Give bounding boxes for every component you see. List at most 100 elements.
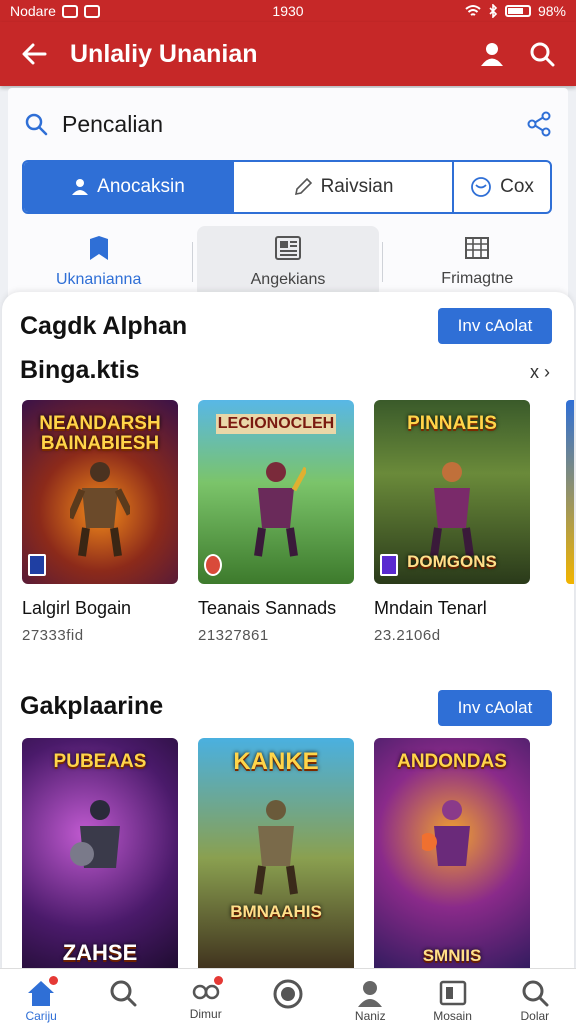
- nav-label: Mosain: [433, 1009, 472, 1023]
- wifi-icon: [465, 5, 481, 16]
- rating-badge: [204, 554, 222, 576]
- segment-label: Anocaksin: [97, 176, 185, 197]
- warrior-figure: [70, 462, 130, 557]
- arrow-left-icon: [22, 43, 47, 65]
- search-input[interactable]: Pencalian: [62, 111, 163, 138]
- next-card-peek: [566, 400, 574, 584]
- nav-label: Naniz: [354, 1009, 386, 1023]
- person-icon: [72, 179, 89, 195]
- cover-title: PUBEAAS: [53, 751, 147, 772]
- rating-badge: [28, 554, 46, 576]
- game-meta: 23.2106d: [374, 627, 441, 644]
- profile-icon: [358, 981, 383, 1007]
- tab-angekians[interactable]: Angekians: [197, 226, 383, 298]
- back-button[interactable]: [14, 34, 54, 74]
- tab-frimagtne[interactable]: Frimagtne: [387, 226, 568, 298]
- smile-icon: [471, 177, 491, 197]
- record-icon: [273, 979, 303, 1009]
- filter-panel: Pencalian Anocaksin Raivsian Cox Uknania…: [8, 88, 568, 308]
- notification-dot: [213, 976, 223, 985]
- cover-title: ANDONDAS: [397, 751, 507, 772]
- section-title: Gakplaarine: [20, 692, 164, 720]
- game-card[interactable]: PINNAEIS DOMGONS Mndain Tenarl 23.2106d: [374, 400, 530, 644]
- search-bar[interactable]: Pencalian: [24, 102, 552, 146]
- section-title: Cagdk Alphan: [20, 312, 188, 340]
- game-cover: PINNAEIS DOMGONS: [374, 400, 530, 584]
- segment-raivsian[interactable]: Raivsian: [234, 162, 454, 212]
- cover-subtitle: DOMGONS: [407, 552, 497, 571]
- nav-search-alt[interactable]: Dolar: [494, 969, 576, 1024]
- game-meta: 21327861: [198, 627, 269, 644]
- battery-icon: [504, 5, 531, 17]
- app-bar: Unlaliy Unanian: [0, 22, 576, 86]
- game-meta: 27333fid: [22, 627, 84, 644]
- game-card[interactable]: KANKE BMNAAHIS: [198, 738, 354, 972]
- view-all-button[interactable]: Inv cAolat: [438, 690, 552, 726]
- segment-anocaksin[interactable]: Anocaksin: [24, 162, 234, 212]
- bottom-navigation: Cariju Dimur Naniz Mosain Dolar: [0, 968, 576, 1024]
- tab-label: Angekians: [250, 271, 326, 288]
- nav-label: Cariju: [25, 1009, 57, 1023]
- search-icon: [530, 42, 555, 67]
- bookmark-icon: [89, 236, 108, 260]
- bluetooth-icon: [489, 4, 498, 18]
- app-title: Unlaliy Unanian: [70, 39, 258, 68]
- game-cover: PUBEAAS ZAHSE: [22, 738, 178, 972]
- grid-icon: [465, 237, 490, 259]
- cover-title: KANKE: [233, 748, 319, 775]
- game-row: NEANDARSH BAINABIESH Lalgirl Bogain 2733…: [22, 400, 530, 644]
- nav-home[interactable]: Cariju: [0, 969, 82, 1024]
- view-all-button[interactable]: Inv cAolat: [438, 308, 552, 344]
- cover-subtitle: SMNIIS: [422, 946, 482, 965]
- nav-search[interactable]: [82, 969, 164, 1024]
- notification-icon: [61, 4, 78, 18]
- game-cover: ANDONDAS SMNIIS: [374, 738, 530, 972]
- section-subtitle: Binga.ktis: [20, 356, 140, 384]
- cover-subtitle: ZAHSE: [62, 940, 138, 965]
- search-icon: [110, 980, 137, 1007]
- game-cover: NEANDARSH BAINABIESH: [22, 400, 178, 584]
- nav-label: Dimur: [189, 1007, 222, 1021]
- game-card[interactable]: NEANDARSH BAINABIESH Lalgirl Bogain 2733…: [22, 400, 178, 644]
- pencil-icon: [294, 177, 312, 196]
- warrior-figure: [254, 462, 306, 557]
- segment-cox[interactable]: Cox: [454, 162, 550, 212]
- carrier-label: Nodare: [10, 3, 56, 19]
- search-icon: [522, 980, 549, 1007]
- tab-uknanianna[interactable]: Uknanianna: [8, 226, 194, 298]
- nav-profile[interactable]: Naniz: [329, 969, 411, 1024]
- share-icon[interactable]: [526, 111, 552, 137]
- account-button[interactable]: [472, 34, 512, 74]
- game-cover: KANKE BMNAAHIS: [198, 738, 354, 972]
- nav-games[interactable]: Dimur: [165, 969, 247, 1024]
- news-icon: [274, 236, 301, 260]
- warrior-figure: [430, 462, 474, 557]
- game-title: Teanais Sannads: [198, 598, 337, 618]
- battery-label: 98%: [537, 3, 566, 19]
- game-card[interactable]: LECIONOCLEH Teanais Sannads 21327861: [198, 400, 354, 644]
- game-card[interactable]: PUBEAAS ZAHSE: [22, 738, 178, 972]
- cover-title: PINNAEIS: [407, 413, 497, 434]
- segmented-control: Anocaksin Raivsian Cox: [22, 160, 552, 214]
- sub-tabs: Uknanianna Angekians Frimagtne: [8, 226, 568, 298]
- nav-label: Dolar: [520, 1009, 550, 1023]
- nav-library[interactable]: Mosain: [411, 969, 493, 1024]
- search-button[interactable]: [522, 34, 562, 74]
- carousel-arrows[interactable]: x ›: [530, 362, 550, 383]
- warrior-figure: [70, 800, 120, 868]
- cover-subtitle: BMNAAHIS: [230, 902, 322, 921]
- game-title: Mndain Tenarl: [374, 598, 487, 618]
- notification-dot: [49, 976, 59, 985]
- segment-label: Cox: [500, 176, 534, 197]
- game-title: Lalgirl Bogain: [22, 598, 132, 618]
- warrior-figure: [422, 800, 470, 866]
- tab-label: Uknanianna: [55, 271, 142, 288]
- nav-record[interactable]: [247, 969, 329, 1024]
- game-card[interactable]: ANDONDAS SMNIIS: [374, 738, 530, 972]
- game-cover: LECIONOCLEH: [198, 400, 354, 584]
- game-row: PUBEAAS ZAHSE KANKE BMNAAHIS ANDONDAS SM…: [22, 738, 530, 972]
- tab-label: Frimagtne: [441, 270, 514, 287]
- content-sheet: Cagdk Alphan Inv cAolat Binga.ktis x › N…: [2, 292, 574, 972]
- segment-label: Raivsian: [320, 176, 394, 197]
- person-icon: [481, 43, 503, 66]
